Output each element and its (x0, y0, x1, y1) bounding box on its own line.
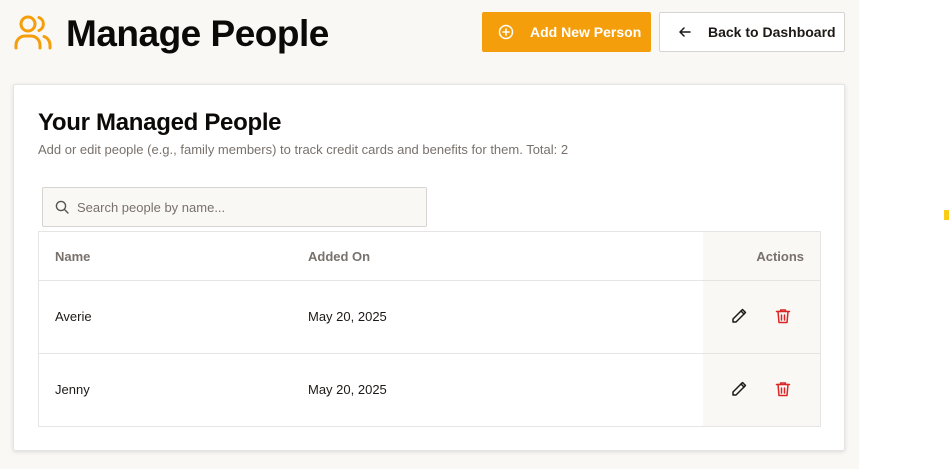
edit-pencil-icon[interactable] (730, 380, 748, 398)
managed-people-card: Your Managed People Add or edit people (… (13, 84, 845, 451)
person-name: Jenny (55, 382, 90, 397)
delete-trash-icon[interactable] (774, 380, 792, 398)
users-icon (14, 15, 52, 50)
scroll-indicator (944, 210, 949, 220)
arrow-left-icon (679, 27, 691, 37)
search-input[interactable] (77, 199, 407, 215)
person-added-on: May 20, 2025 (308, 309, 387, 324)
search-icon (55, 200, 69, 214)
edit-pencil-icon[interactable] (730, 307, 748, 325)
people-table: Name Added On Actions Averie May 20, 202… (38, 231, 821, 427)
add-new-person-label: Add New Person (530, 24, 642, 40)
column-header-added-on: Added On (308, 249, 371, 264)
column-header-name: Name (55, 249, 91, 264)
card-subtitle: Add or edit people (e.g., family members… (38, 142, 569, 157)
back-to-dashboard-button[interactable]: Back to Dashboard (659, 12, 845, 52)
add-new-person-button[interactable]: Add New Person (482, 12, 651, 52)
card-title: Your Managed People (38, 109, 282, 136)
plus-circle-icon (498, 24, 514, 40)
table-row: Averie May 20, 2025 (39, 281, 820, 354)
page-header: Manage People Add New Person Back to Das… (0, 0, 859, 70)
table-header: Name Added On Actions (39, 232, 820, 281)
page-title: Manage People (66, 13, 329, 54)
search-box (42, 187, 427, 227)
person-added-on: May 20, 2025 (308, 382, 387, 397)
column-header-actions: Actions (756, 249, 804, 264)
table-row: Jenny May 20, 2025 (39, 354, 820, 427)
delete-trash-icon[interactable] (774, 307, 792, 325)
back-to-dashboard-label: Back to Dashboard (708, 24, 836, 40)
person-name: Averie (55, 309, 92, 324)
